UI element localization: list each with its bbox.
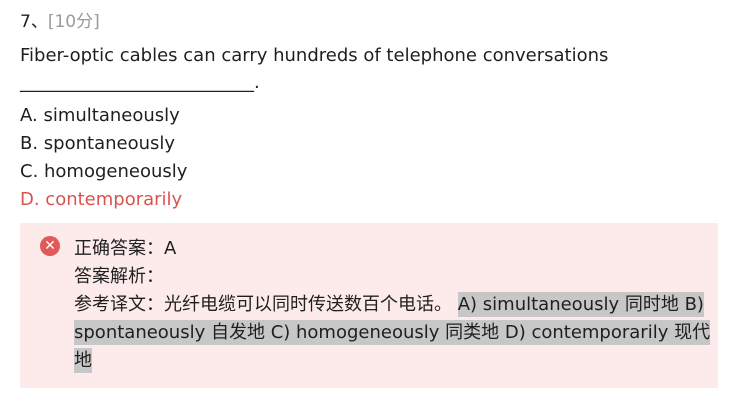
question-header: 7、[10分] bbox=[20, 10, 100, 34]
answer-blank: __________________________. bbox=[20, 72, 260, 93]
option-a[interactable]: A. simultaneously bbox=[20, 102, 187, 130]
error-circle-icon: ✕ bbox=[40, 236, 60, 256]
option-c[interactable]: C. homogeneously bbox=[20, 158, 187, 186]
question-number: 7、 bbox=[20, 12, 48, 32]
option-list: A. simultaneously B. spontaneously C. ho… bbox=[20, 102, 187, 214]
analysis-label: 答案解析： bbox=[74, 266, 164, 287]
option-b[interactable]: B. spontaneously bbox=[20, 130, 187, 158]
translation-label: 参考译文：光纤电缆可以同时传送数百个电话。 bbox=[74, 294, 452, 315]
translation-text: 参考译文：光纤电缆可以同时传送数百个电话。 A) simultaneously … bbox=[74, 291, 716, 375]
answer-result-panel: ✕ 正确答案：A 答案解析： 参考译文：光纤电缆可以同时传送数百个电话。 A) … bbox=[20, 223, 718, 388]
question-stem: Fiber-optic cables can carry hundreds of… bbox=[20, 42, 710, 96]
question-stem-text: Fiber-optic cables can carry hundreds of… bbox=[20, 45, 609, 66]
answer-analysis: 正确答案：A 答案解析： 参考译文：光纤电缆可以同时传送数百个电话。 A) si… bbox=[74, 235, 716, 375]
question-score: [10分] bbox=[47, 12, 100, 32]
option-d[interactable]: D. contemporarily bbox=[20, 186, 187, 214]
correct-answer: 正确答案：A bbox=[74, 238, 177, 259]
question-page: 7、[10分] Fiber-optic cables can carry hun… bbox=[0, 0, 730, 406]
